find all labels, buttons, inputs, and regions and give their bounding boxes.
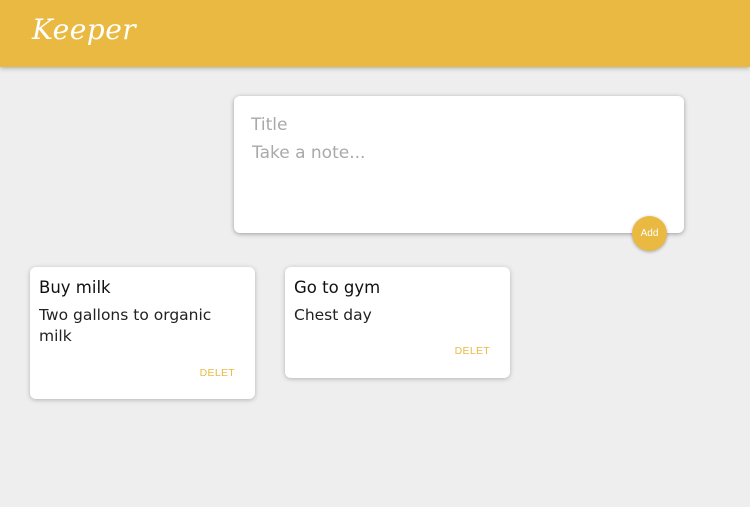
app-title: Keeper	[32, 13, 137, 46]
note-title-input[interactable]	[251, 113, 651, 137]
note-title: Go to gym	[294, 278, 381, 297]
note-card: Buy milk Two gallons to organic milk DEL…	[30, 267, 255, 399]
note-title: Buy milk	[39, 278, 111, 297]
note-content: Two gallons to organic milk	[39, 306, 212, 345]
add-note-button[interactable]: Add	[632, 216, 667, 251]
delete-note-button[interactable]: DELET	[455, 345, 490, 357]
delete-note-button[interactable]: DELET	[200, 367, 235, 379]
app-header: Keeper	[0, 0, 750, 67]
note-content-input[interactable]	[252, 143, 652, 213]
create-note-form	[234, 96, 684, 233]
note-content: Chest day	[294, 306, 372, 324]
note-card: Go to gym Chest day DELET	[285, 267, 510, 378]
